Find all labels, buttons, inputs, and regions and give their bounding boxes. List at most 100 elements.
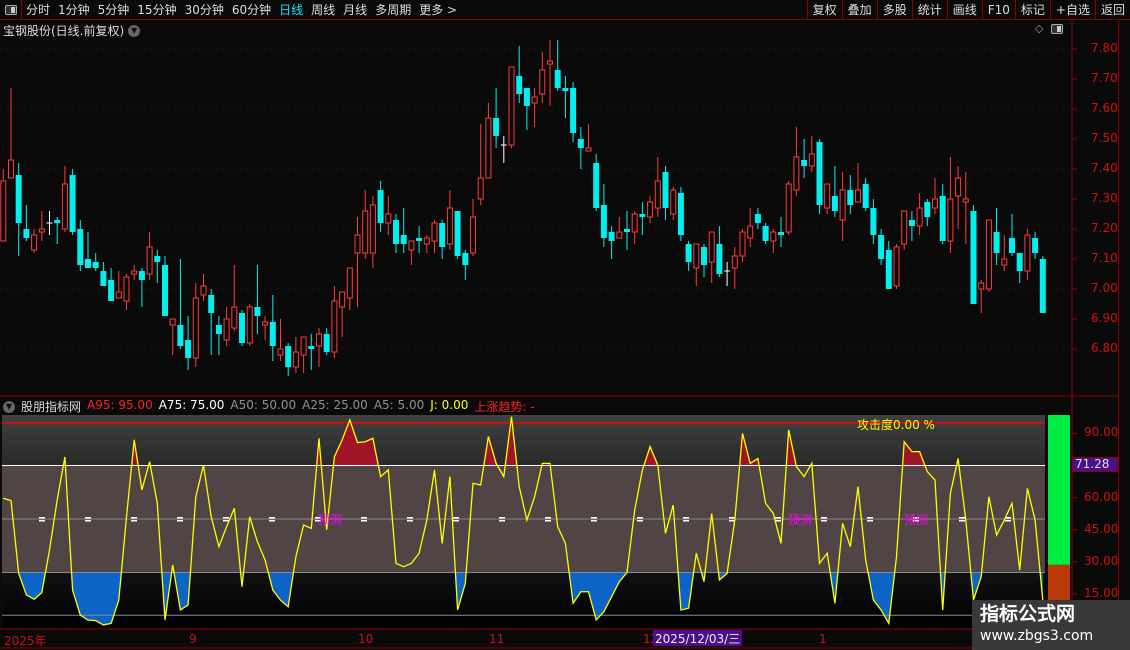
candle-down	[870, 208, 877, 235]
candle-down	[439, 223, 446, 247]
month-label: 9	[189, 632, 197, 646]
forecast-label: 预测	[318, 513, 343, 527]
level-marker	[453, 517, 459, 519]
candle-down	[454, 211, 461, 256]
candle-up	[585, 147, 592, 152]
candle-down	[685, 244, 692, 262]
level-marker	[867, 517, 873, 519]
indicator-param: A25: 25.00	[302, 398, 368, 412]
level-marker	[361, 517, 367, 519]
candle-up	[262, 321, 269, 326]
chevron-down-icon[interactable]: ▼	[3, 400, 15, 413]
candle-up	[8, 159, 14, 179]
watermark-title: 指标公式网	[980, 603, 1076, 625]
attack-label: 攻击度0.00 %	[857, 418, 935, 432]
indicator-param: A5: 5.00	[373, 398, 425, 412]
right-side-panel	[1118, 21, 1130, 650]
candle-up	[654, 180, 661, 209]
candle-down	[801, 160, 808, 166]
candle-up	[200, 285, 207, 296]
price-axis-label: 7.00	[1091, 281, 1118, 295]
candle-down	[177, 325, 184, 346]
price-axis-label: 7.50	[1091, 131, 1118, 145]
candle-up	[985, 219, 992, 290]
indicator-axis-label: 60.00	[1084, 489, 1119, 504]
candle-up	[670, 189, 677, 215]
forecast-label: 预测	[788, 513, 813, 527]
candle-up	[123, 276, 130, 302]
candle-up	[470, 216, 476, 254]
price-axis-label: 7.60	[1091, 101, 1118, 115]
level-marker	[591, 517, 597, 519]
level-marker	[683, 517, 689, 519]
level-marker	[407, 517, 413, 519]
candle-down	[562, 88, 569, 91]
indicator-axis-label: 30.00	[1084, 553, 1119, 568]
candle-up	[231, 306, 238, 329]
candle-down	[878, 235, 885, 259]
candle-down	[908, 220, 915, 226]
candle-up	[246, 306, 253, 344]
candle-down	[600, 205, 607, 238]
candle-up	[739, 231, 746, 257]
candle-up	[947, 198, 954, 242]
price-axis-label: 6.80	[1091, 341, 1118, 355]
candle-up	[223, 318, 230, 341]
candle-up	[785, 183, 792, 233]
indicator-header: ▼ 股朋指标网 A95: 95.00 A75: 75.00 A50: 50.00 A2…	[3, 398, 535, 415]
candle-up	[38, 228, 45, 233]
price-axis-label: 7.40	[1091, 161, 1118, 175]
level-marker	[1005, 520, 1011, 522]
candle-down	[701, 247, 707, 265]
candle-up	[708, 231, 715, 263]
candle-down	[23, 229, 30, 238]
month-label: 11	[489, 632, 505, 646]
price-axis-label: 7.80	[1091, 41, 1118, 55]
candle-up	[731, 255, 738, 269]
candle-up	[477, 177, 484, 200]
candle-up	[431, 222, 438, 242]
candle-down	[516, 76, 523, 94]
level-marker	[591, 520, 597, 522]
candle-down	[593, 163, 600, 208]
candle-up	[508, 66, 515, 146]
candle-down	[862, 184, 869, 208]
chart-canvas[interactable]	[0, 0, 1130, 650]
candle-up	[978, 282, 985, 290]
level-marker	[545, 520, 551, 522]
candle-down	[85, 259, 91, 268]
candle-down	[993, 232, 1000, 253]
candle-up	[423, 237, 430, 245]
candle-down	[138, 271, 145, 280]
candle-down	[400, 235, 407, 244]
candle-down	[847, 190, 854, 205]
indicator-name: 股朋指标网	[21, 400, 82, 414]
candle-up	[61, 183, 68, 230]
candle-up	[331, 300, 338, 353]
candle-down	[323, 334, 330, 352]
candle-up	[408, 240, 415, 251]
candle-up	[339, 291, 346, 308]
indicator-param: A75: 75.00	[158, 398, 225, 412]
price-axis-label: 7.70	[1091, 71, 1118, 85]
candle-up	[962, 198, 969, 203]
level-marker	[361, 520, 367, 522]
price-axis-label: 6.90	[1091, 311, 1118, 325]
level-marker	[177, 520, 183, 522]
candle-up	[146, 246, 153, 275]
candle-down	[1039, 259, 1046, 313]
level-marker	[269, 517, 275, 519]
level-marker	[269, 520, 275, 522]
level-marker	[223, 520, 229, 522]
level-marker	[131, 520, 137, 522]
candle-up	[362, 210, 369, 254]
candle-up	[1024, 234, 1031, 272]
level-marker	[85, 517, 91, 519]
level-marker	[683, 520, 689, 522]
candle-down	[570, 88, 577, 133]
candle-down	[1016, 253, 1023, 271]
candle-up	[115, 291, 122, 299]
candle-down	[624, 229, 630, 232]
candle-down	[54, 220, 61, 223]
candle-up	[932, 198, 938, 209]
